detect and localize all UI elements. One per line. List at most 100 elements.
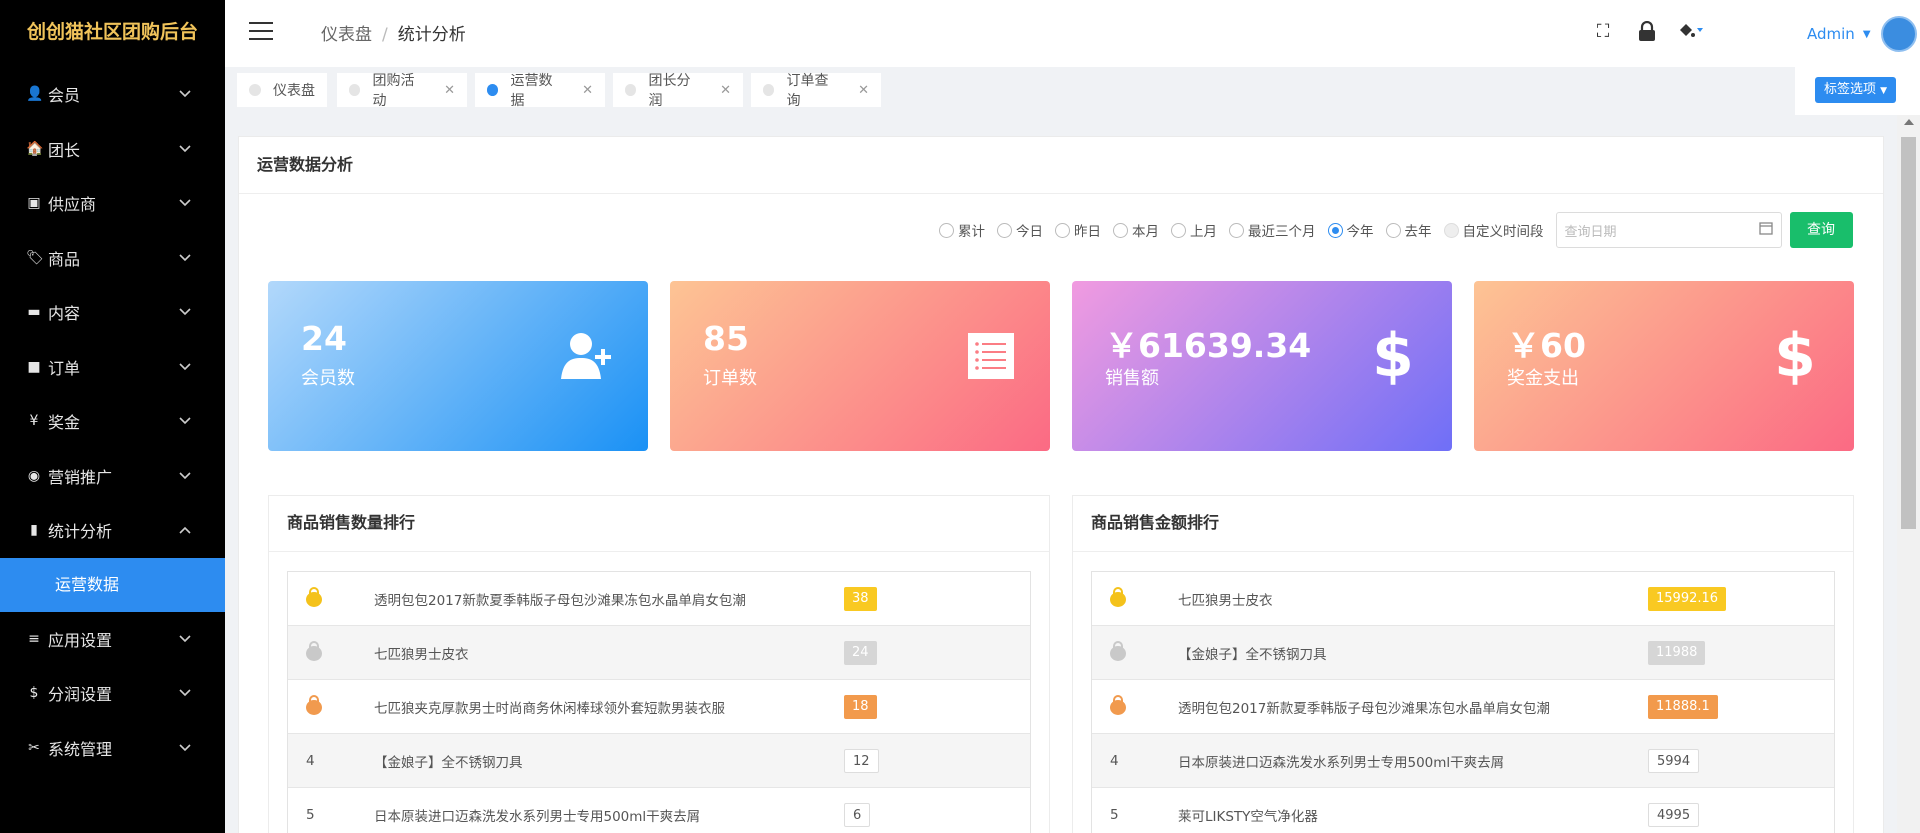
filter-radio-8[interactable]: 自定义时间段 (1443, 220, 1544, 240)
sidebar-item-label: 团长 (48, 140, 81, 160)
radio-circle[interactable] (997, 222, 1012, 238)
quantity-ranking-title: 商品销售数量排行 (269, 496, 1049, 552)
add-user-icon (560, 327, 618, 385)
filter-radio-3[interactable]: 本月 (1113, 220, 1159, 240)
scrollbar-thumb[interactable] (1901, 137, 1916, 529)
submenu-item-operations-data[interactable]: 运营数据 (0, 557, 225, 612)
tab-options-area: 标签选项 ▼ (1795, 67, 1920, 115)
value-cell: 38 (844, 586, 877, 611)
value-badge: 4995 (1648, 802, 1700, 827)
chevron-down-icon (179, 741, 191, 755)
filter-radio-4[interactable]: 上月 (1171, 220, 1217, 240)
radio-circle[interactable] (1113, 222, 1128, 238)
radio-label: 最近三个月 (1248, 224, 1316, 240)
profit-settings-icon: $ (29, 685, 39, 702)
tab-0[interactable]: 仪表盘 (237, 73, 327, 107)
filter-radio-7[interactable]: 去年 (1385, 220, 1432, 240)
value-cell: 5994 (1648, 748, 1700, 773)
radio-circle[interactable] (1171, 222, 1186, 238)
value-cell: 6 (844, 802, 871, 827)
fullscreen-icon[interactable]: ⛶ (1590, 18, 1616, 44)
radio-circle[interactable] (1229, 222, 1244, 238)
radio-circle[interactable] (1327, 222, 1343, 238)
sidebar-item-statistics[interactable]: ▮ 统计分析 (0, 503, 225, 558)
date-filters: 累计 今日 昨日 本月 上月 最近三个月 今年 去年 自定义时间段 查询日期 查询 (939, 212, 1853, 248)
sidebar-item-label: 订单 (48, 358, 81, 378)
sidebar-item-suppliers[interactable]: ▣ 供应商 (0, 176, 225, 231)
value-badge: 12 (844, 748, 879, 773)
bronze-medal-icon (306, 694, 322, 715)
close-icon[interactable]: ✕ (720, 83, 731, 98)
product-name: 七匹狼男士皮衣 (1178, 592, 1273, 609)
filter-radio-2[interactable]: 昨日 (1055, 220, 1101, 240)
table-row: 七匹狼男士皮衣 15992.16 (1092, 572, 1834, 626)
table-row: 透明包包2017新款夏季韩版子母包沙滩果冻包水晶单肩女包潮 38 (288, 572, 1030, 626)
radio-circle[interactable] (1055, 222, 1070, 238)
close-icon[interactable]: ✕ (858, 83, 869, 98)
filter-radio-1[interactable]: 今日 (997, 220, 1043, 240)
value-badge: 38 (844, 586, 877, 611)
radio-label: 自定义时间段 (1462, 224, 1544, 240)
breadcrumb-home[interactable]: 仪表盘 (321, 25, 372, 45)
rank-number: 4 (1110, 752, 1119, 769)
avatar[interactable] (1880, 16, 1917, 52)
calendar-icon[interactable] (1758, 221, 1773, 239)
tab-options-button[interactable]: 标签选项 ▼ (1815, 77, 1897, 103)
stat-label: 订单数 (703, 368, 757, 389)
lock-icon[interactable] (1634, 18, 1660, 44)
close-icon[interactable]: ✕ (582, 83, 593, 98)
hamburger-menu-icon[interactable] (249, 22, 273, 42)
sidebar-item-members[interactable]: 👤 会员 (0, 67, 225, 122)
date-placeholder: 查询日期 (1564, 224, 1617, 240)
user-caret-icon[interactable]: ▼ (1863, 29, 1871, 40)
scroll-up-icon[interactable] (1904, 119, 1914, 125)
tab-3[interactable]: 团长分润 ✕ (613, 73, 743, 109)
tab-status-dot (249, 84, 261, 96)
sidebar-item-label: 营销推广 (48, 467, 113, 487)
radio-label: 今年 (1346, 224, 1374, 240)
product-name: 七匹狼男士皮衣 (374, 646, 469, 663)
sidebar-item-content[interactable]: ▬ 内容 (0, 285, 225, 340)
date-picker-input[interactable]: 查询日期 (1555, 212, 1782, 248)
stat-label: 奖金支出 (1507, 368, 1579, 389)
value-badge: 15992.16 (1648, 586, 1727, 611)
radio-circle[interactable] (939, 222, 954, 238)
rank-number: 5 (306, 806, 315, 823)
tab-2[interactable]: 运营数据 ✕ (475, 73, 605, 109)
stat-card-members: 24 会员数 (268, 281, 648, 451)
sidebar-item-leaders[interactable]: 🏠 团长 (0, 122, 225, 177)
radio-label: 昨日 (1074, 224, 1101, 240)
sidebar-item-marketing[interactable]: ◉ 营销推广 (0, 449, 225, 504)
stat-card-orders: 85 订单数 (670, 281, 1050, 451)
sidebar-item-orders[interactable]: ■ 订单 (0, 340, 225, 395)
close-icon[interactable]: ✕ (444, 83, 455, 98)
filter-radio-0[interactable]: 累计 (939, 220, 985, 240)
value-badge: 24 (844, 640, 877, 665)
sidebar-item-profit-settings[interactable]: $ 分润设置 (0, 666, 225, 721)
value-cell: 11888.1 (1648, 694, 1718, 719)
tab-4[interactable]: 订单查询 ✕ (751, 73, 881, 109)
user-name[interactable]: Admin (1807, 25, 1855, 43)
products-icon: 🏷 (26, 249, 44, 266)
sidebar-item-system[interactable]: ✂ 系统管理 (0, 721, 225, 776)
query-button[interactable]: 查询 (1789, 212, 1853, 248)
sidebar-item-app-settings[interactable]: ≡ 应用设置 (0, 612, 225, 667)
chevron-up-icon (179, 523, 191, 537)
tab-status-dot (625, 84, 637, 96)
tab-1[interactable]: 团购活动 ✕ (337, 73, 467, 109)
filter-radio-6[interactable]: 今年 (1327, 220, 1374, 240)
orders-icon: ■ (27, 358, 41, 375)
filter-radio-5[interactable]: 最近三个月 (1229, 220, 1316, 240)
value-badge: 11988 (1648, 640, 1706, 665)
rank-cell: 5 (288, 807, 374, 823)
product-name: 【金娘子】全不锈钢刀具 (1178, 646, 1327, 663)
sidebar-item-bonus[interactable]: ¥ 奖金 (0, 394, 225, 449)
user-menu[interactable]: Admin ▼ (1807, 16, 1917, 52)
theme-paint-icon[interactable] (1678, 18, 1704, 44)
radio-circle[interactable] (1443, 222, 1459, 238)
stat-value: 85 (703, 319, 749, 358)
page-scrollbar[interactable] (1897, 115, 1920, 833)
radio-circle[interactable] (1385, 222, 1401, 238)
table-row: 透明包包2017新款夏季韩版子母包沙滩果冻包水晶单肩女包潮 11888.1 (1092, 680, 1834, 734)
sidebar-item-products[interactable]: 🏷 商品 (0, 231, 225, 286)
